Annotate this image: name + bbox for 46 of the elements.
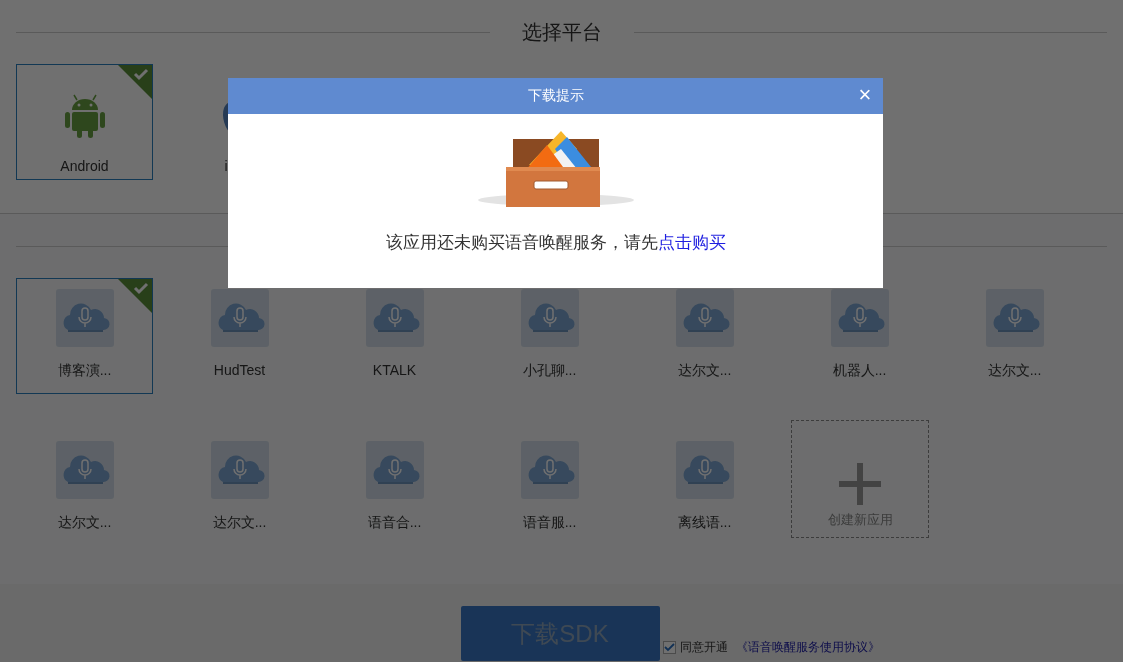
app-name: KTALK — [371, 362, 418, 378]
app-name: 达尔文... — [986, 362, 1043, 380]
voice-cloud-icon — [55, 441, 114, 499]
app-tile[interactable]: 语音合... — [326, 430, 463, 546]
agree-checkbox[interactable] — [662, 641, 676, 654]
app-name: 语音合... — [366, 514, 423, 532]
app-tile[interactable]: 机器人... — [791, 278, 928, 394]
app-tile[interactable]: 达尔文... — [16, 430, 153, 546]
voice-cloud-icon — [55, 289, 114, 347]
app-name: 小孔聊... — [521, 362, 578, 380]
section-title: 选择平台 — [521, 19, 602, 45]
app-name: 机器人... — [831, 362, 888, 380]
app-name: HudTest — [212, 362, 267, 378]
app-tile[interactable]: 语音服... — [481, 430, 618, 546]
selected-corner-icon — [118, 65, 152, 99]
app-name: 达尔文... — [56, 514, 113, 532]
buy-link[interactable]: 点击购买 — [657, 233, 726, 252]
app-tile[interactable]: 达尔文... — [636, 278, 773, 394]
selected-corner-icon — [118, 279, 152, 313]
voice-cloud-icon — [675, 441, 734, 499]
platform-tile[interactable]: Android — [16, 64, 153, 180]
voice-cloud-icon — [520, 441, 579, 499]
platform-label: i — [224, 158, 229, 174]
app-tile[interactable]: KTALK — [326, 278, 463, 394]
app-tile[interactable]: 达尔文... — [171, 430, 308, 546]
plus-icon — [839, 463, 881, 505]
app-tile[interactable]: HudTest — [171, 278, 308, 394]
app-name: 语音服... — [521, 514, 578, 532]
dialog-title: 下载提示 — [527, 87, 584, 105]
app-tile[interactable]: 达尔文... — [946, 278, 1083, 394]
agreement-link[interactable]: 《语音唤醒服务使用协议》 — [735, 639, 880, 656]
voice-cloud-icon — [365, 441, 424, 499]
voice-cloud-icon — [985, 289, 1044, 347]
app-name: 离线语... — [676, 514, 733, 532]
agree-label: 同意开通 — [679, 639, 728, 656]
app-tile[interactable]: 小孔聊... — [481, 278, 618, 394]
app-tile[interactable]: 离线语... — [636, 430, 773, 546]
platform-label: Android — [60, 158, 109, 174]
app-name: 博客演... — [56, 362, 113, 380]
app-tile[interactable]: 博客演... — [16, 278, 153, 394]
voice-cloud-icon — [210, 441, 269, 499]
check-icon — [663, 643, 675, 652]
dialog-message: 该应用还未购买语音唤醒服务，请先点击购买 — [384, 232, 727, 254]
close-button[interactable]: × — [853, 83, 877, 107]
app-name: 达尔文... — [676, 362, 733, 380]
app-name: 达尔文... — [211, 514, 268, 532]
